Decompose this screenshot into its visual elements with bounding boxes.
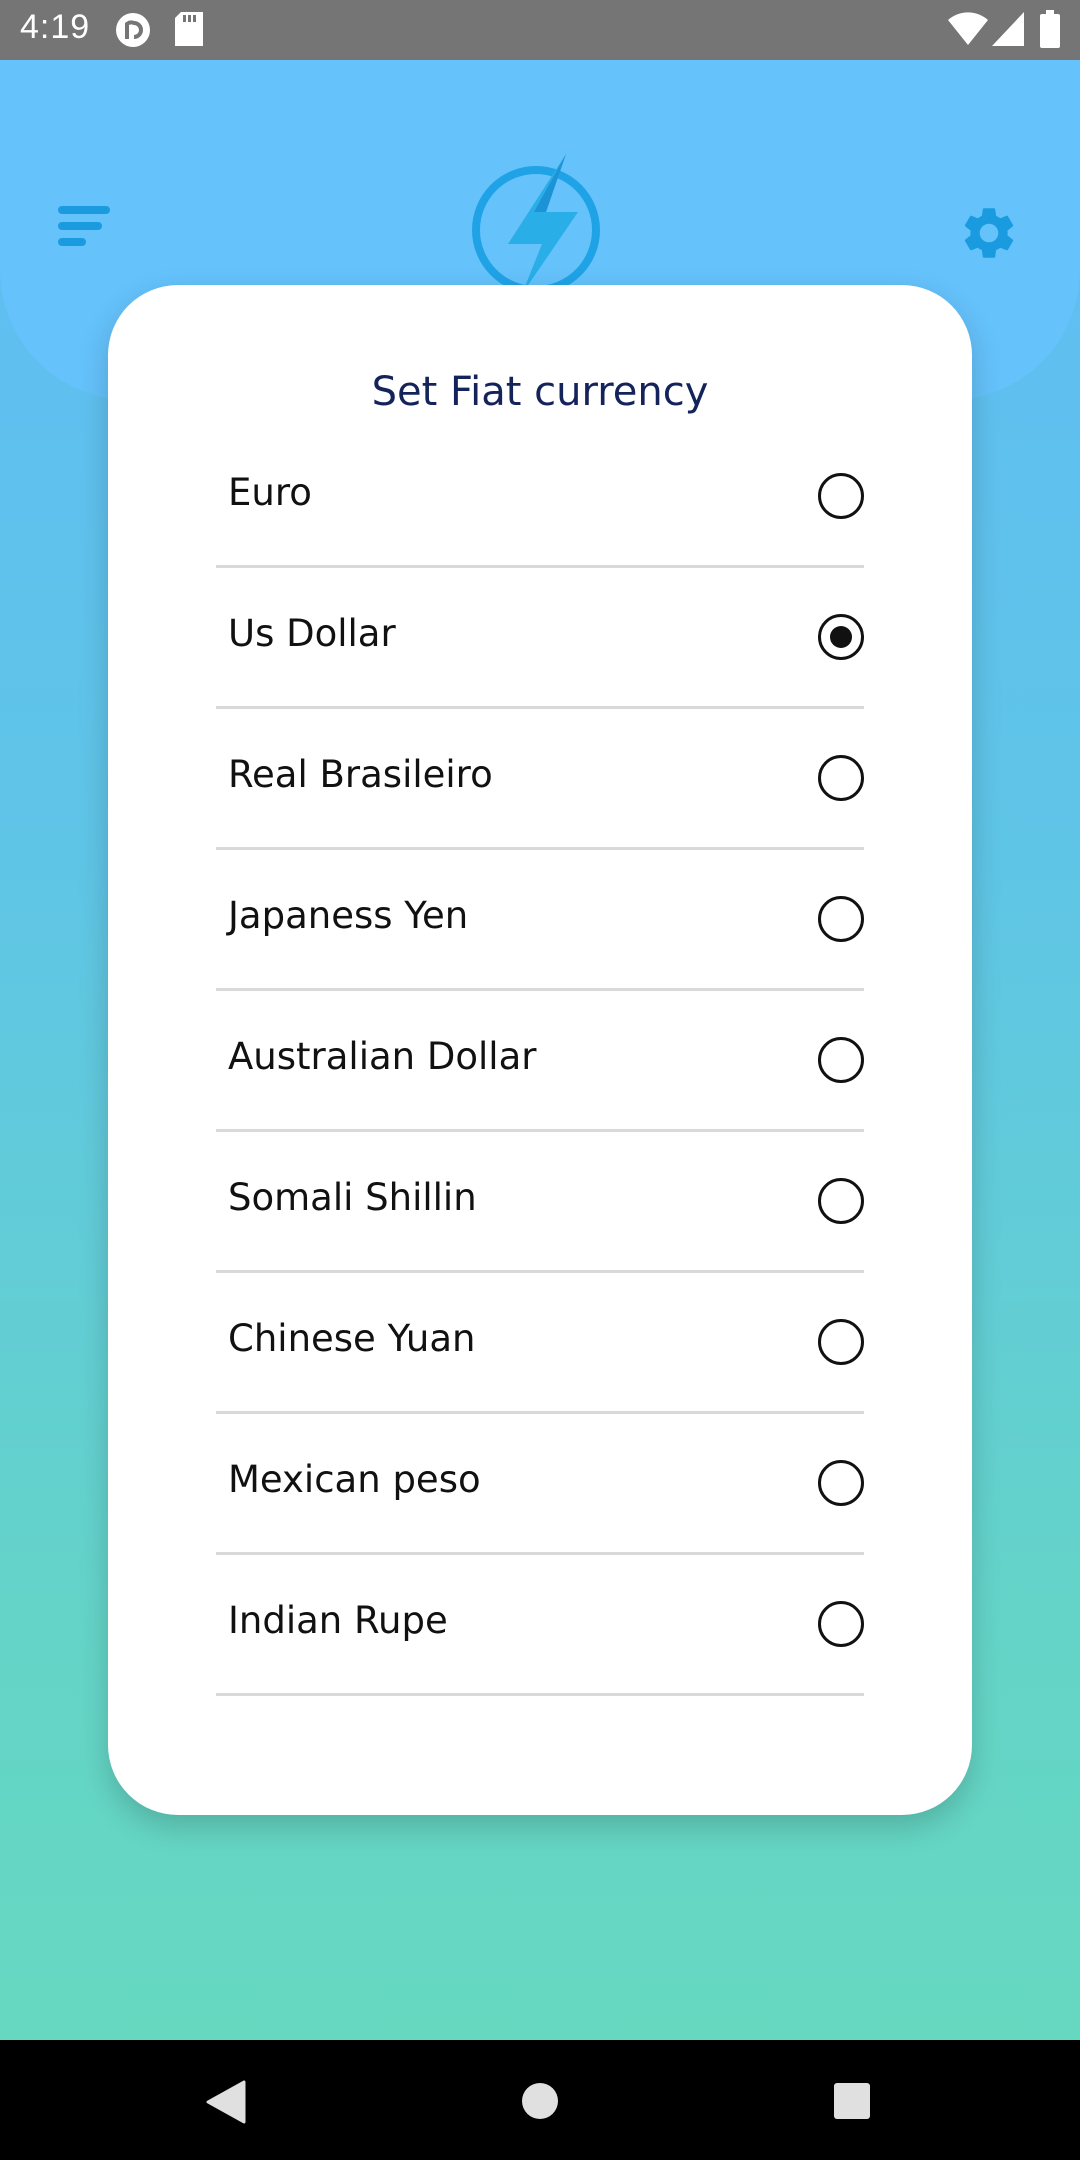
status-bar: 4:19 — [0, 0, 1080, 60]
option-label: Somali Shillin — [228, 1176, 477, 1219]
currency-option-australian-dollar[interactable]: Australian Dollar — [216, 991, 864, 1132]
gear-icon[interactable] — [958, 202, 1020, 264]
radio-button[interactable] — [818, 1601, 864, 1647]
option-label: Australian Dollar — [228, 1035, 537, 1078]
dialog-title: Set Fiat currency — [371, 369, 709, 415]
currency-option-mexican-peso[interactable]: Mexican peso — [216, 1414, 864, 1555]
lightning-bolt-icon — [464, 148, 608, 298]
status-time: 4:19 — [20, 8, 91, 46]
currency-option-euro[interactable]: Euro — [216, 427, 864, 568]
radio-button-selected[interactable] — [818, 614, 864, 660]
radio-button[interactable] — [818, 473, 864, 519]
recents-icon[interactable] — [833, 2082, 871, 2124]
wifi-icon — [948, 12, 988, 50]
option-label: Us Dollar — [228, 612, 396, 655]
currency-option-real-brasileiro[interactable]: Real Brasileiro — [216, 709, 864, 850]
currency-option-chinese-yuan[interactable]: Chinese Yuan — [216, 1273, 864, 1414]
option-label: Indian Rupe — [228, 1599, 448, 1642]
signal-icon — [992, 12, 1024, 50]
option-label: Japaness Yen — [228, 894, 469, 937]
option-label: Real Brasileiro — [228, 753, 493, 796]
navigation-bar — [0, 2040, 1080, 2160]
radio-button[interactable] — [818, 755, 864, 801]
pocket-casts-icon — [115, 12, 151, 52]
radio-button[interactable] — [818, 1037, 864, 1083]
app-screen: 4:19 Set Fiat currency Euro Us Dollar Re… — [0, 0, 1080, 2160]
currency-option-japaness-yen[interactable]: Japaness Yen — [216, 850, 864, 991]
radio-button[interactable] — [818, 1319, 864, 1365]
radio-button[interactable] — [818, 1460, 864, 1506]
radio-button[interactable] — [818, 1178, 864, 1224]
currency-dialog: Set Fiat currency Euro Us Dollar Real Br… — [108, 285, 972, 1815]
currency-option-us-dollar[interactable]: Us Dollar — [216, 568, 864, 709]
sd-card-icon — [175, 12, 203, 50]
battery-icon — [1040, 10, 1060, 52]
currency-option-indian-rupe[interactable]: Indian Rupe — [216, 1555, 864, 1696]
radio-button[interactable] — [818, 896, 864, 942]
back-icon[interactable] — [206, 2080, 246, 2128]
currency-option-somali-shillin[interactable]: Somali Shillin — [216, 1132, 864, 1273]
menu-icon[interactable] — [58, 200, 120, 262]
option-label: Mexican peso — [228, 1458, 481, 1501]
option-label: Chinese Yuan — [228, 1317, 476, 1360]
option-label: Euro — [228, 471, 312, 514]
currency-option-list: Euro Us Dollar Real Brasileiro Japaness … — [216, 427, 864, 1696]
home-icon[interactable] — [521, 2082, 559, 2124]
